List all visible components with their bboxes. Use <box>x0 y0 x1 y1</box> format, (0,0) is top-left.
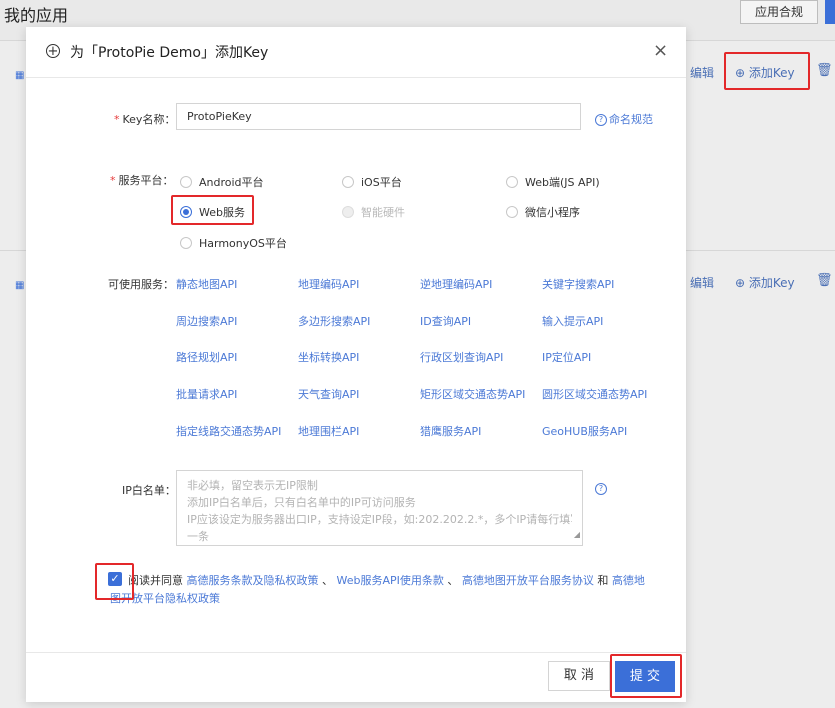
naming-rules-link[interactable]: ? 命名规范 <box>595 111 653 127</box>
radio-circle <box>342 206 354 218</box>
add-circle-icon: ⊕ <box>735 276 749 290</box>
add-key-link[interactable]: ⊕ 添加Key <box>735 64 795 81</box>
edit-link[interactable]: 编辑 <box>690 274 714 291</box>
placeholder-line: 添加IP白名单后，只有白名单中的IP可访问服务 <box>187 496 416 509</box>
radio-wechat-miniprogram[interactable]: 微信小程序 <box>506 204 580 220</box>
api-link[interactable]: 关键字搜索API <box>542 276 614 292</box>
ip-whitelist-label: IP白名单： <box>122 484 176 497</box>
close-icon[interactable]: × <box>653 40 668 61</box>
radio-circle <box>180 176 192 188</box>
required-mark: * <box>110 174 116 187</box>
add-circle-icon: ⊕ <box>735 66 749 80</box>
radio-web-js[interactable]: Web端(JS API) <box>506 174 600 190</box>
api-link[interactable]: 路径规划API <box>176 349 237 365</box>
help-icon: ? <box>595 483 607 495</box>
radio-web-service[interactable]: Web服务 <box>180 204 245 220</box>
dialog-title: 为「ProtoPie Demo」添加Key <box>70 45 269 61</box>
services-label: 可使用服务： <box>108 278 174 291</box>
api-link[interactable]: 静态地图API <box>176 276 237 292</box>
ip-whitelist-textarea[interactable]: 非必填，留空表示无IP限制 添加IP白名单后，只有白名单中的IP可访问服务 IP… <box>176 470 583 546</box>
grid-icon: ▦ <box>15 70 25 81</box>
grid-icon: ▦ <box>15 280 25 291</box>
api-link[interactable]: 猎鹰服务API <box>420 423 481 439</box>
ip-help-icon[interactable]: ? <box>595 482 609 495</box>
radio-smart-hardware: 智能硬件 <box>342 204 405 220</box>
api-link[interactable]: 圆形区域交通态势API <box>542 386 647 402</box>
trash-icon[interactable]: 🗑 <box>816 63 833 78</box>
app-compliance-button[interactable]: 应用合规 <box>740 0 818 24</box>
terms-link[interactable]: 高德服务条款及隐私权政策 <box>187 574 319 587</box>
api-link[interactable]: 输入提示API <box>542 313 603 329</box>
api-link[interactable]: 批量请求API <box>176 386 237 402</box>
resize-handle-icon[interactable]: ◢ <box>574 526 580 543</box>
api-link[interactable]: 行政区划查询API <box>420 349 503 365</box>
api-link[interactable]: 多边形搜索API <box>298 313 370 329</box>
web-api-terms-link[interactable]: Web服务API使用条款 <box>337 574 444 587</box>
api-link[interactable]: 逆地理编码API <box>420 276 492 292</box>
key-name-input[interactable]: ProtoPieKey <box>176 103 581 130</box>
placeholder-line: IP应该设定为服务器出口IP，支持设定IP段，如:202.202.2.*，多个I… <box>187 513 572 526</box>
placeholder-line: 一条 <box>187 530 209 543</box>
radio-circle <box>342 176 354 188</box>
radio-circle <box>506 206 518 218</box>
dialog-header: + 为「ProtoPie Demo」添加Key × <box>26 27 686 78</box>
platform-agreement-link[interactable]: 高德地图开放平台服务协议 <box>462 574 594 587</box>
api-link[interactable]: 矩形区域交通态势API <box>420 386 525 402</box>
placeholder-line: 非必填，留空表示无IP限制 <box>187 479 318 492</box>
api-link[interactable]: GeoHUB服务API <box>542 423 627 439</box>
api-link[interactable]: 周边搜索API <box>176 313 237 329</box>
submit-button[interactable]: 提 交 <box>615 661 675 692</box>
agreement-text: 阅读并同意 高德服务条款及隐私权政策 、 Web服务API使用条款 、 高德地图… <box>110 574 645 605</box>
api-link[interactable]: 坐标转换API <box>298 349 359 365</box>
platform-label: * 服务平台： <box>110 174 174 187</box>
cancel-button[interactable]: 取 消 <box>548 661 610 691</box>
required-mark: * <box>114 113 120 126</box>
add-key-dialog: + 为「ProtoPie Demo」添加Key × * Key名称： ProtoP… <box>26 27 686 702</box>
api-link[interactable]: 地理编码API <box>298 276 359 292</box>
radio-harmonyos[interactable]: HarmonyOS平台 <box>180 235 287 251</box>
help-icon: ? <box>595 114 607 126</box>
radio-ios[interactable]: iOS平台 <box>342 174 402 190</box>
api-link[interactable]: 指定线路交通态势API <box>176 423 281 439</box>
trash-icon[interactable]: 🗑 <box>816 273 833 288</box>
radio-circle <box>506 176 518 188</box>
edit-link[interactable]: 编辑 <box>690 64 714 81</box>
radio-android[interactable]: Android平台 <box>180 174 264 190</box>
radio-circle <box>180 206 192 218</box>
api-link[interactable]: ID查询API <box>420 313 471 329</box>
api-link[interactable]: IP定位API <box>542 349 591 365</box>
api-link[interactable]: 地理围栏API <box>298 423 359 439</box>
api-link[interactable]: 天气查询API <box>298 386 359 402</box>
radio-circle <box>180 237 192 249</box>
page-title: 我的应用 <box>4 6 69 25</box>
add-circle-icon: + <box>46 44 60 59</box>
add-key-link[interactable]: ⊕ 添加Key <box>735 274 795 291</box>
key-name-label: * Key名称： <box>114 113 176 126</box>
create-app-button[interactable] <box>825 0 835 24</box>
